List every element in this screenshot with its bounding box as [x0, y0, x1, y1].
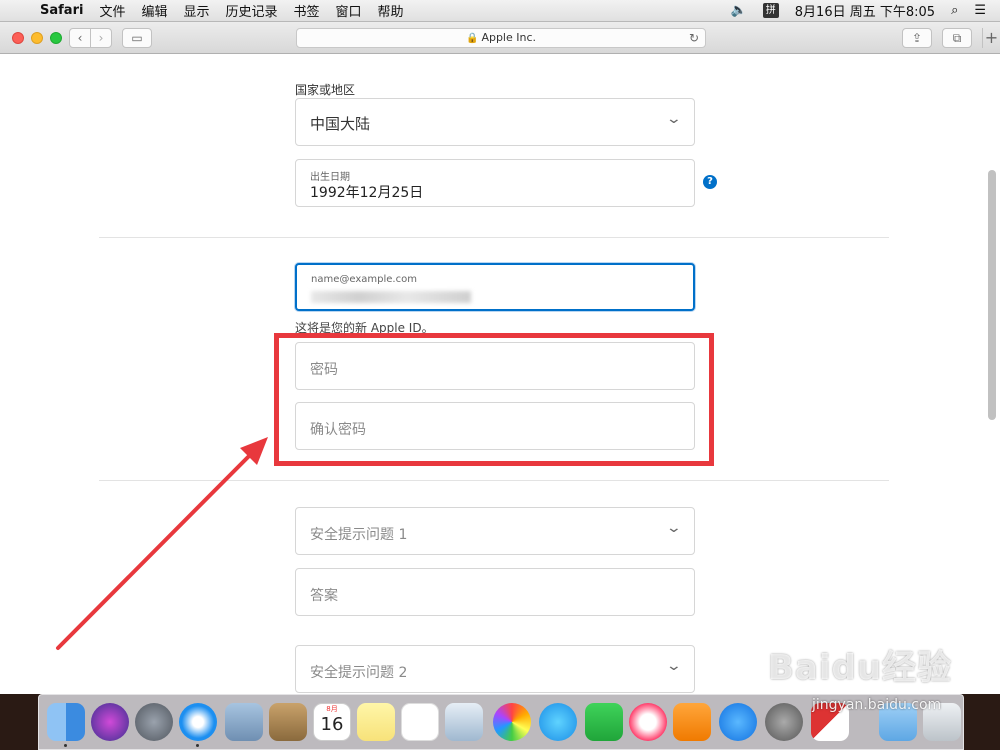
safari-icon[interactable]	[179, 703, 217, 741]
photos-icon[interactable]	[493, 703, 531, 741]
baidu-jingyan-watermark: Baidu经验	[768, 648, 953, 688]
preview-icon[interactable]	[445, 703, 483, 741]
facetime-icon[interactable]	[585, 703, 623, 741]
mail-icon[interactable]	[225, 703, 263, 741]
siri-icon[interactable]	[91, 703, 129, 741]
running-indicator	[196, 744, 199, 747]
reminders-icon[interactable]	[401, 703, 439, 741]
calendar-icon[interactable]: 8月 16	[313, 703, 351, 741]
notes-icon[interactable]	[357, 703, 395, 741]
running-indicator	[64, 744, 67, 747]
itunes-icon[interactable]	[629, 703, 667, 741]
finder-icon[interactable]	[47, 703, 85, 741]
calendar-day: 16	[320, 714, 344, 735]
messages-icon[interactable]	[539, 703, 577, 741]
launchpad-icon[interactable]	[135, 703, 173, 741]
annotation-arrow	[56, 437, 268, 650]
app-store-icon[interactable]	[719, 703, 757, 741]
watermark-url: jingyan.baidu.com	[812, 697, 942, 713]
system-preferences-icon[interactable]	[765, 703, 803, 741]
calendar-month: 8月	[326, 705, 338, 713]
contacts-icon[interactable]	[269, 703, 307, 741]
ibooks-icon[interactable]	[673, 703, 711, 741]
